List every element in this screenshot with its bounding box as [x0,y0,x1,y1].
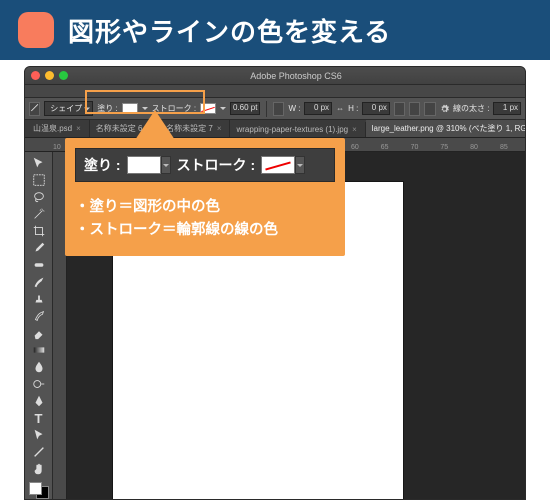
callout-body: 塗り : ストローク : ・塗り＝図形の中の色 ・ストローク＝輪郭線の線の色 [65,138,345,256]
callout-fill-dropdown [161,156,171,174]
ruler-tick: 65 [381,144,389,151]
dodge-tool-icon[interactable] [29,377,49,392]
stroke-swatch[interactable] [200,103,216,114]
separator [266,101,267,117]
window-titlebar: Adobe Photoshop CS6 [25,67,525,85]
clone-stamp-tool-icon[interactable] [29,292,49,307]
crop-tool-icon[interactable] [29,224,49,239]
ruler-tick: 60 [351,144,359,151]
ruler-tick: 85 [500,144,508,151]
move-tool-icon[interactable] [29,156,49,171]
link-wh-icon[interactable]: ⇔ [336,104,344,113]
maximize-icon[interactable] [59,71,68,80]
callout: 塗り : ストローク : ・塗り＝図形の中の色 ・ストローク＝輪郭線の線の色 [65,138,345,256]
header-title: 図形やラインの色を変える [68,12,391,49]
callout-arrow-icon [135,110,175,140]
close-tab-icon[interactable]: × [352,125,357,134]
marquee-tool-icon[interactable] [29,173,49,188]
callout-note-1: ・塗り＝図形の中の色 [75,196,335,219]
menu-bar[interactable] [25,85,525,98]
document-tabs: 山温泉.psd×名称未設定 6×名称未設定 7×wrapping-paper-t… [25,120,525,138]
options-bar: シェイプ 塗り : ストローク : 0.60 pt W : 0 px ⇔ H :… [25,98,525,120]
ruler-tick: 80 [470,144,478,151]
height-field[interactable]: 0 px [362,102,390,115]
path-operations-dropdown[interactable] [394,102,405,116]
tools-panel: T [25,152,53,499]
ruler-tick: 70 [411,144,419,151]
line-tool-icon[interactable] [29,102,40,116]
eraser-tool-icon[interactable] [29,326,49,341]
type-tool-icon[interactable]: T [29,411,49,426]
document-tab[interactable]: large_leather.png @ 310% (べた塗り 1, RGB/8)… [366,120,525,137]
blur-tool-icon[interactable] [29,360,49,375]
callout-notes: ・塗り＝図形の中の色 ・ストローク＝輪郭線の線の色 [75,196,335,242]
magic-wand-tool-icon[interactable] [29,207,49,222]
line-weight-field[interactable]: 1 px [493,102,521,115]
stroke-style-dropdown[interactable] [273,102,284,116]
w-label: W : [288,104,300,113]
minimize-icon[interactable] [45,71,54,80]
document-tab[interactable]: 山温泉.psd× [27,120,90,137]
brush-tool-icon[interactable] [29,275,49,290]
stroke-width-field[interactable]: 0.60 pt [230,102,260,115]
lasso-tool-icon[interactable] [29,190,49,205]
callout-fill-label: 塗り : [84,155,121,175]
foreground-background-swatch[interactable] [29,482,49,499]
document-tab[interactable]: wrapping-paper-textures (1).jpg× [230,122,365,137]
stage: Adobe Photoshop CS6 シェイプ 塗り : ストローク : 0.… [0,60,550,500]
h-label: H : [348,104,358,113]
callout-stroke-dropdown [295,156,305,174]
eyedropper-tool-icon[interactable] [29,241,49,256]
path-selection-tool-icon[interactable] [29,428,49,443]
photoshop-window: Adobe Photoshop CS6 シェイプ 塗り : ストローク : 0.… [24,66,526,500]
close-icon[interactable] [31,71,40,80]
callout-stroke-swatch [261,156,295,174]
gear-icon[interactable] [440,103,449,115]
path-arrange-dropdown[interactable] [424,102,435,116]
callout-fill-swatch [127,156,161,174]
callout-stroke-label: ストローク : [177,155,256,175]
stroke-swatch-dropdown[interactable] [220,107,226,113]
close-tab-icon[interactable]: × [217,124,222,133]
callout-note-2: ・ストローク＝輪郭線の線の色 [75,219,335,242]
ruler-tick: 75 [440,144,448,151]
header-bullet-icon [18,12,54,48]
callout-zoom-panel: 塗り : ストローク : [75,148,335,182]
gradient-tool-icon[interactable] [29,343,49,358]
tutorial-header: 図形やラインの色を変える [0,0,550,60]
history-brush-tool-icon[interactable] [29,309,49,324]
shape-tool-icon[interactable] [29,445,49,460]
line-weight-label: 線の太さ : [453,103,489,114]
ruler-tick: 10 [53,144,61,151]
shape-mode-dropdown[interactable]: シェイプ [44,101,93,116]
app-title: Adobe Photoshop CS6 [73,71,519,81]
hand-tool-icon[interactable] [29,461,49,476]
pen-tool-icon[interactable] [29,394,49,409]
fill-label: 塗り : [97,103,117,114]
path-align-dropdown[interactable] [409,102,420,116]
healing-brush-tool-icon[interactable] [29,258,49,273]
width-field[interactable]: 0 px [304,102,332,115]
close-tab-icon[interactable]: × [76,124,81,133]
